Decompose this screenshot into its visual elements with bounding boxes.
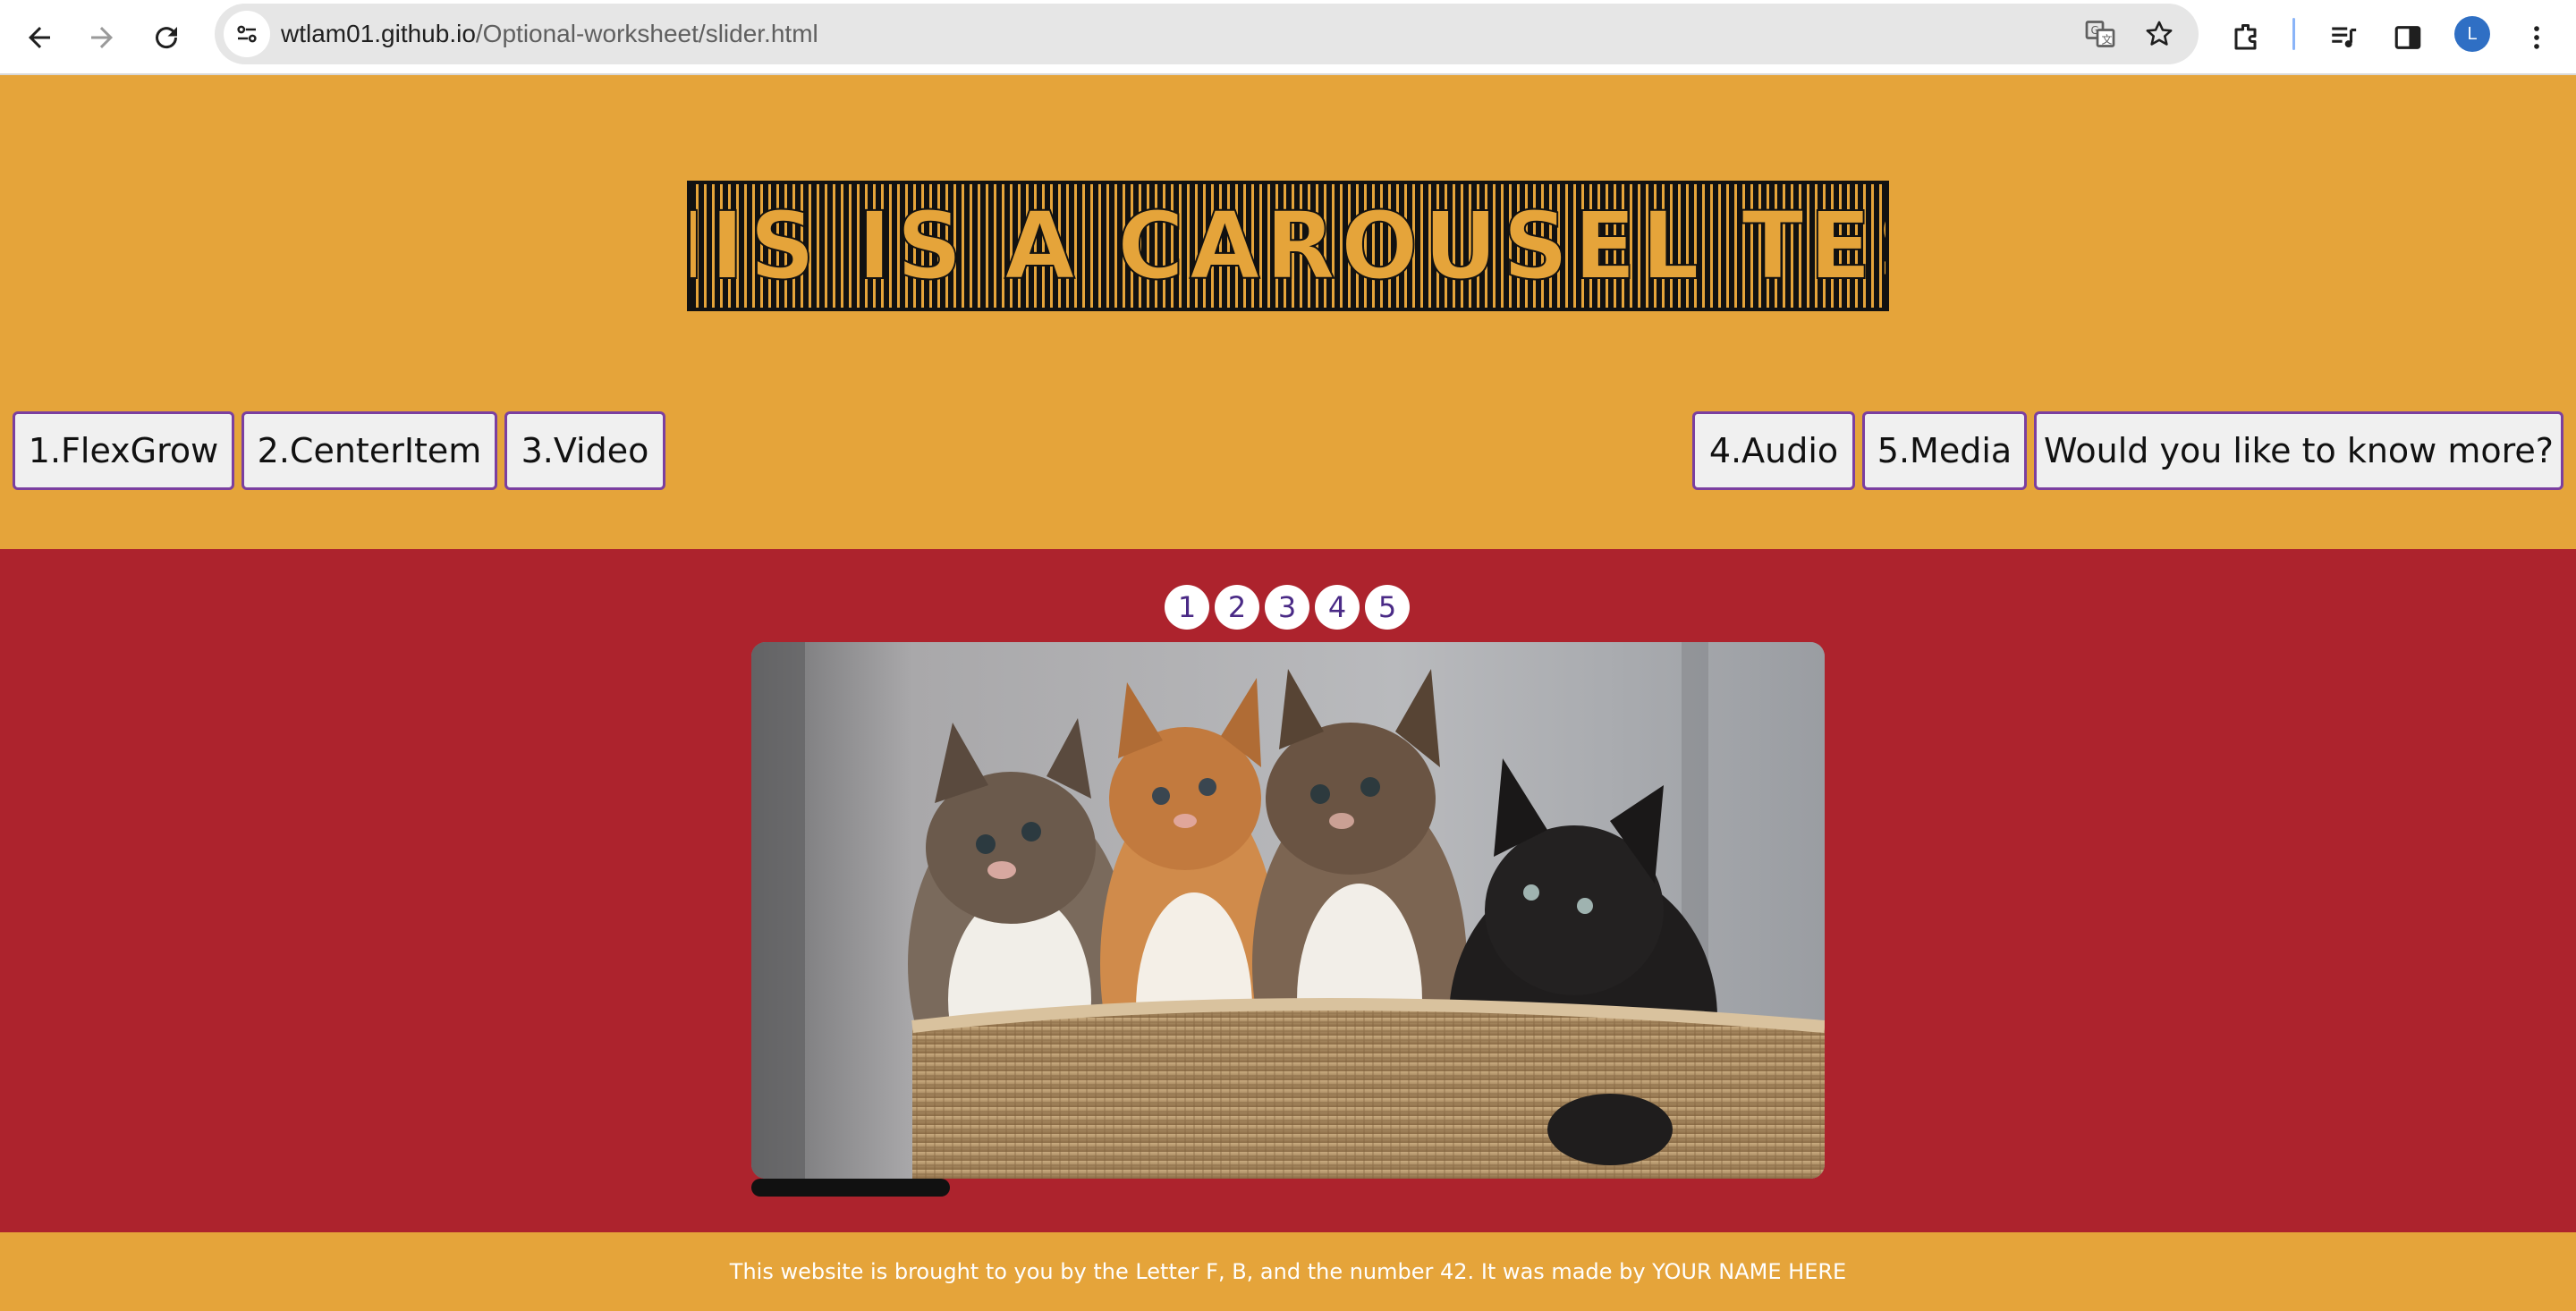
- nav-button-video[interactable]: 3.Video: [504, 411, 665, 490]
- slide-link-3[interactable]: 3: [1265, 585, 1309, 630]
- url-path: /Optional-worksheet/slider.html: [475, 20, 818, 47]
- kebab-menu-icon[interactable]: [2512, 13, 2562, 63]
- nav-button-centeritem[interactable]: 2.CenterItem: [242, 411, 497, 490]
- footer-text: This website is brought to you by the Le…: [729, 1259, 1847, 1284]
- svg-text:文: 文: [2102, 33, 2113, 47]
- side-panel-icon[interactable]: [2383, 13, 2433, 63]
- url-host: wtlam01.github.io: [281, 20, 476, 47]
- page-footer: This website is brought to you by the Le…: [0, 1232, 2576, 1311]
- slide-link-5[interactable]: 5: [1365, 585, 1410, 630]
- nav-button-media[interactable]: 5.Media: [1862, 411, 2027, 490]
- reload-icon[interactable]: [141, 13, 191, 63]
- media-controls-icon[interactable]: [2318, 13, 2368, 63]
- slide-link-2[interactable]: 2: [1215, 585, 1259, 630]
- translate-icon[interactable]: G文: [2080, 14, 2120, 54]
- toolbar-divider: [2292, 18, 2295, 50]
- forward-arrow-icon[interactable]: [77, 13, 127, 63]
- site-info-icon[interactable]: [224, 11, 270, 57]
- carousel-slide-image[interactable]: [751, 642, 1825, 1179]
- carousel-section: 1 2 3 4 5: [0, 549, 2576, 1232]
- extensions-icon[interactable]: [2222, 13, 2272, 63]
- profile-avatar[interactable]: L: [2454, 16, 2490, 52]
- carousel-scrollbar-thumb[interactable]: [751, 1179, 950, 1197]
- bookmark-star-icon[interactable]: [2140, 14, 2179, 54]
- title-banner: THIS IS A CAROUSEL TEST: [687, 181, 1889, 311]
- kittens-photo: [751, 642, 1825, 1179]
- url-text[interactable]: wtlam01.github.io/Optional-worksheet/sli…: [281, 4, 818, 64]
- nav-button-know-more[interactable]: Would you like to know more?: [2034, 411, 2563, 490]
- browser-toolbar: wtlam01.github.io/Optional-worksheet/sli…: [0, 0, 2576, 75]
- address-bar[interactable]: wtlam01.github.io/Optional-worksheet/sli…: [215, 4, 2199, 64]
- nav-button-audio[interactable]: 4.Audio: [1692, 411, 1855, 490]
- page-header: THIS IS A CAROUSEL TEST 1.FlexGrow 2.Cen…: [0, 77, 2576, 549]
- nav-button-flexgrow[interactable]: 1.FlexGrow: [13, 411, 234, 490]
- slide-link-4[interactable]: 4: [1315, 585, 1360, 630]
- page-title: THIS IS A CAROUSEL TEST: [691, 190, 1885, 301]
- back-arrow-icon[interactable]: [14, 13, 64, 63]
- slide-link-1[interactable]: 1: [1165, 585, 1209, 630]
